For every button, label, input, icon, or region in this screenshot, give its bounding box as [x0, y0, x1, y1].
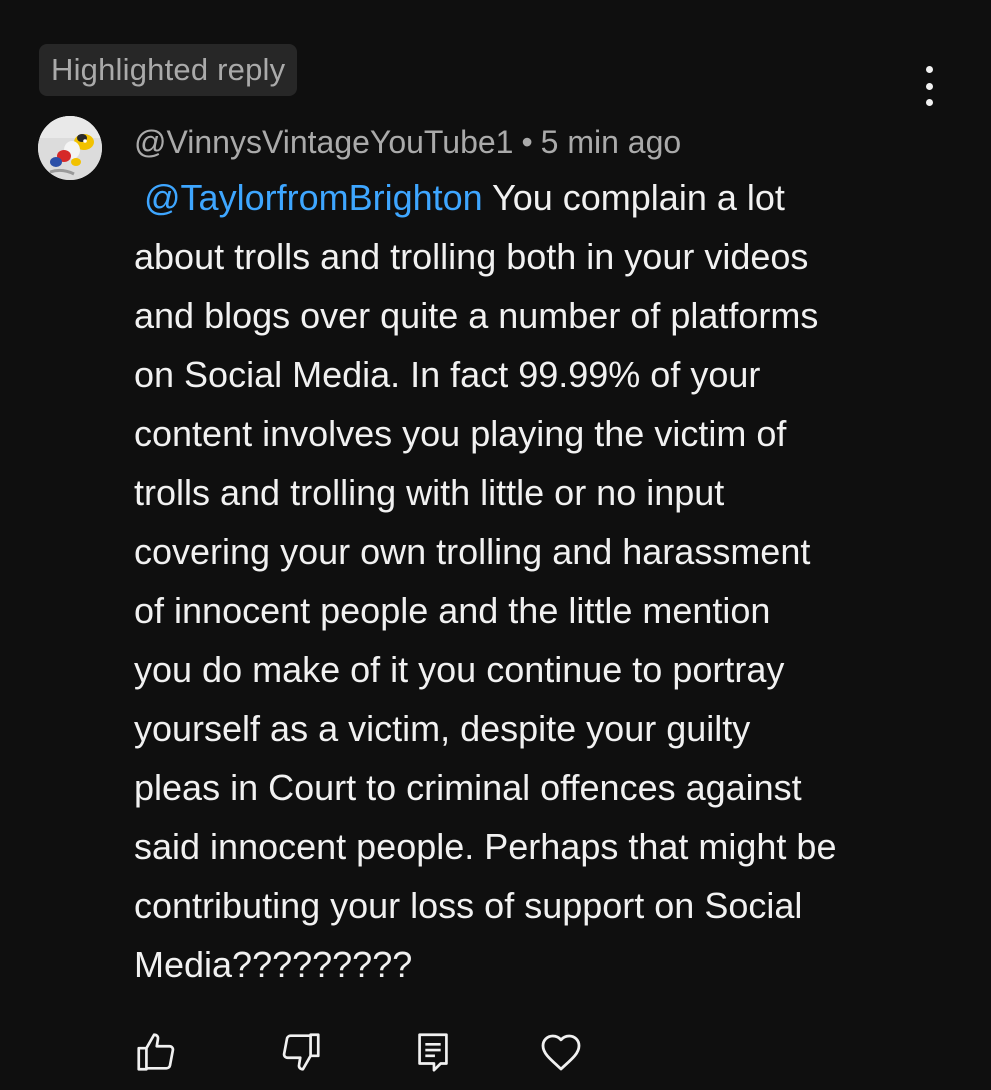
reply-comment-icon [418, 1033, 448, 1072]
thumbs-up-icon [137, 1033, 175, 1071]
comment-meta: @VinnysVintageYouTube1 • 5 min ago [134, 120, 681, 164]
avatar-image [38, 116, 102, 180]
kebab-dot [925, 99, 933, 106]
reply-button[interactable] [407, 1024, 459, 1080]
thumbs-down-icon [282, 1033, 320, 1071]
kebab-dot [925, 66, 933, 73]
heart-icon [541, 1034, 581, 1071]
avatar[interactable] [38, 116, 102, 180]
mention-link[interactable]: @TaylorfromBrighton [134, 177, 483, 218]
kebab-dot [925, 82, 933, 90]
comment-text: You complain a lot about trolls and trol… [134, 177, 837, 985]
comment-body: @TaylorfromBrighton You complain a lot a… [134, 168, 934, 994]
comment-author[interactable]: @VinnysVintageYouTube1 [134, 124, 513, 161]
highlighted-reply-badge: Highlighted reply [39, 44, 298, 96]
heart-button[interactable] [535, 1024, 587, 1080]
comment-actions [130, 1024, 610, 1080]
like-button[interactable] [130, 1024, 182, 1080]
meta-separator: • [521, 123, 533, 160]
comment-timestamp[interactable]: 5 min ago [541, 124, 682, 161]
more-actions-menu-icon[interactable] [912, 66, 946, 106]
highlighted-reply-label: Highlighted reply [51, 52, 286, 87]
dislike-button[interactable] [275, 1024, 327, 1080]
